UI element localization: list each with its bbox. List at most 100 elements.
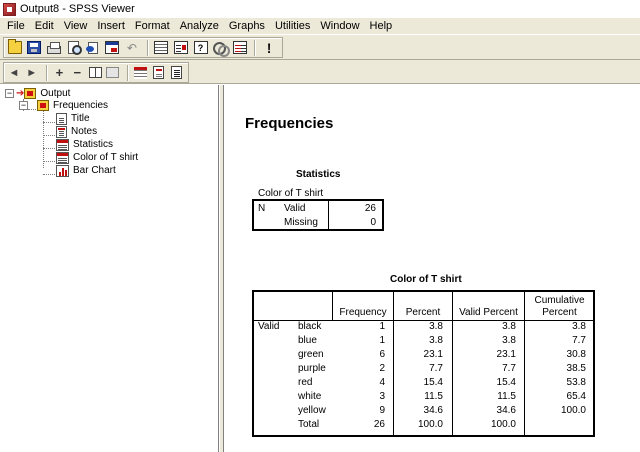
cell-valid-percent: 3.8 <box>502 321 516 332</box>
outline-frequencies-label: Frequencies <box>53 100 109 111</box>
hide-icon <box>106 67 120 78</box>
outline-section-expander[interactable]: − <box>19 101 28 110</box>
current-item-arrow-icon: ➔ <box>16 88 25 99</box>
print-preview-icon <box>67 41 82 55</box>
color-table-icon <box>56 151 69 164</box>
insert-title-button[interactable] <box>150 64 166 82</box>
cell-valid-percent: 3.8 <box>502 335 516 346</box>
frequency-table[interactable]: Frequency Percent Valid Percent Cumulati… <box>252 290 595 437</box>
statistics-variable-label: Color of T shirt <box>258 188 324 199</box>
designate-window-icon: ! <box>266 39 272 56</box>
cell-frequency: 2 <box>379 363 385 374</box>
menu-format[interactable]: Format <box>130 18 175 34</box>
menu-view[interactable]: View <box>59 18 93 34</box>
stats-missing-label: Missing <box>284 217 318 228</box>
table-rule <box>524 292 525 435</box>
row-group-valid: Valid <box>258 321 280 332</box>
cell-valid-percent: 11.5 <box>497 391 516 402</box>
demote-button[interactable]: ► <box>24 64 40 82</box>
print-preview-button[interactable] <box>65 39 83 57</box>
cell-percent: 7.7 <box>429 363 443 374</box>
outline-item-title[interactable]: Title <box>56 112 90 125</box>
help-topic-button[interactable]: ? <box>192 39 210 57</box>
spss-app-icon[interactable] <box>3 2 16 16</box>
statistics-caption: Statistics <box>296 169 341 180</box>
outline-root-expander[interactable]: − <box>5 89 14 98</box>
open-button[interactable] <box>6 39 24 57</box>
outline-toolbar-group: ◄ ► + − <box>3 62 189 83</box>
insert-heading-button[interactable] <box>133 64 149 82</box>
frequencies-heading[interactable]: Frequencies <box>245 115 333 132</box>
toolbar-separator <box>45 64 48 81</box>
help-topic-icon: ? <box>193 41 208 54</box>
print-button[interactable] <box>45 39 63 57</box>
output-book-icon <box>24 88 37 99</box>
tree-connector <box>43 148 55 149</box>
expand-button[interactable]: + <box>52 64 68 82</box>
cell-cumulative: 65.4 <box>566 391 586 402</box>
row-label: white <box>298 391 322 402</box>
cell-frequency: 3 <box>379 391 385 402</box>
stats-divider <box>328 200 329 231</box>
menu-window[interactable]: Window <box>315 18 364 34</box>
row-label: green <box>298 349 324 360</box>
show-button[interactable] <box>87 64 103 82</box>
use-sets-button[interactable] <box>211 39 231 57</box>
expand-icon: + <box>55 65 64 80</box>
menu-insert[interactable]: Insert <box>92 18 130 34</box>
outline-root-label: Output <box>40 88 71 99</box>
export-button[interactable] <box>84 39 102 57</box>
menu-utilities[interactable]: Utilities <box>270 18 315 34</box>
menu-file[interactable]: File <box>2 18 30 34</box>
use-sets-icon <box>213 41 231 57</box>
cell-frequency: 9 <box>379 405 385 416</box>
promote-icon: ◄ <box>8 66 20 79</box>
cell-percent: 11.5 <box>424 391 443 402</box>
outline-toolbar: ◄ ► + − <box>0 60 640 84</box>
cell-cumulative: 3.8 <box>572 321 586 332</box>
cell-frequency: 4 <box>379 377 385 388</box>
tree-connector <box>43 161 55 162</box>
menu-analyze[interactable]: Analyze <box>175 18 224 34</box>
toolbar-separator <box>146 39 149 56</box>
open-icon <box>7 39 22 54</box>
menu-help[interactable]: Help <box>365 18 398 34</box>
main-toolbar: ↶ ? ! <box>0 34 640 60</box>
select-cases-button[interactable] <box>231 39 249 57</box>
variables-button[interactable] <box>172 39 190 57</box>
content-pane[interactable]: Frequencies Statistics Color of T shirt … <box>224 85 640 452</box>
save-button[interactable] <box>26 39 44 57</box>
insert-title-icon <box>152 66 164 79</box>
menu-edit[interactable]: Edit <box>30 18 59 34</box>
outline-pane[interactable]: − ➔ Output − Frequencies Title Notes Sta… <box>0 85 219 452</box>
recall-dialog-button[interactable] <box>104 39 122 57</box>
promote-button[interactable]: ◄ <box>6 64 22 82</box>
insert-text-button[interactable] <box>168 64 184 82</box>
table-rule <box>332 292 333 320</box>
outline-frequencies[interactable]: Frequencies <box>37 99 108 112</box>
bar-chart-icon <box>56 164 69 177</box>
outline-item-notes[interactable]: Notes <box>56 125 97 138</box>
stats-valid-label: Valid <box>284 203 306 214</box>
hide-button[interactable] <box>105 64 121 82</box>
goto-data-button[interactable] <box>153 39 171 57</box>
row-label: black <box>298 321 322 332</box>
goto-data-icon <box>154 41 169 54</box>
statistics-table-icon <box>56 138 69 151</box>
undo-button[interactable]: ↶ <box>123 39 141 57</box>
notes-doc-icon <box>56 125 67 138</box>
designate-window-button[interactable]: ! <box>260 39 278 57</box>
menu-graphs[interactable]: Graphs <box>224 18 270 34</box>
outline-item-color-table[interactable]: Color of T shirt <box>56 151 138 164</box>
outline-item-bar-chart[interactable]: Bar Chart <box>56 164 116 177</box>
cell-cumulative: 38.5 <box>566 363 586 374</box>
collapse-button[interactable]: − <box>69 64 85 82</box>
outline-item-label: Color of T shirt <box>73 152 139 163</box>
frequencies-book-icon <box>37 100 49 111</box>
recall-dialog-icon <box>105 41 120 54</box>
tree-connector <box>43 135 55 136</box>
statistics-table[interactable]: N Valid Missing 26 0 <box>252 199 384 231</box>
row-label: purple <box>298 363 326 374</box>
outline-item-statistics[interactable]: Statistics <box>56 138 113 151</box>
outline-item-label: Title <box>71 113 90 124</box>
